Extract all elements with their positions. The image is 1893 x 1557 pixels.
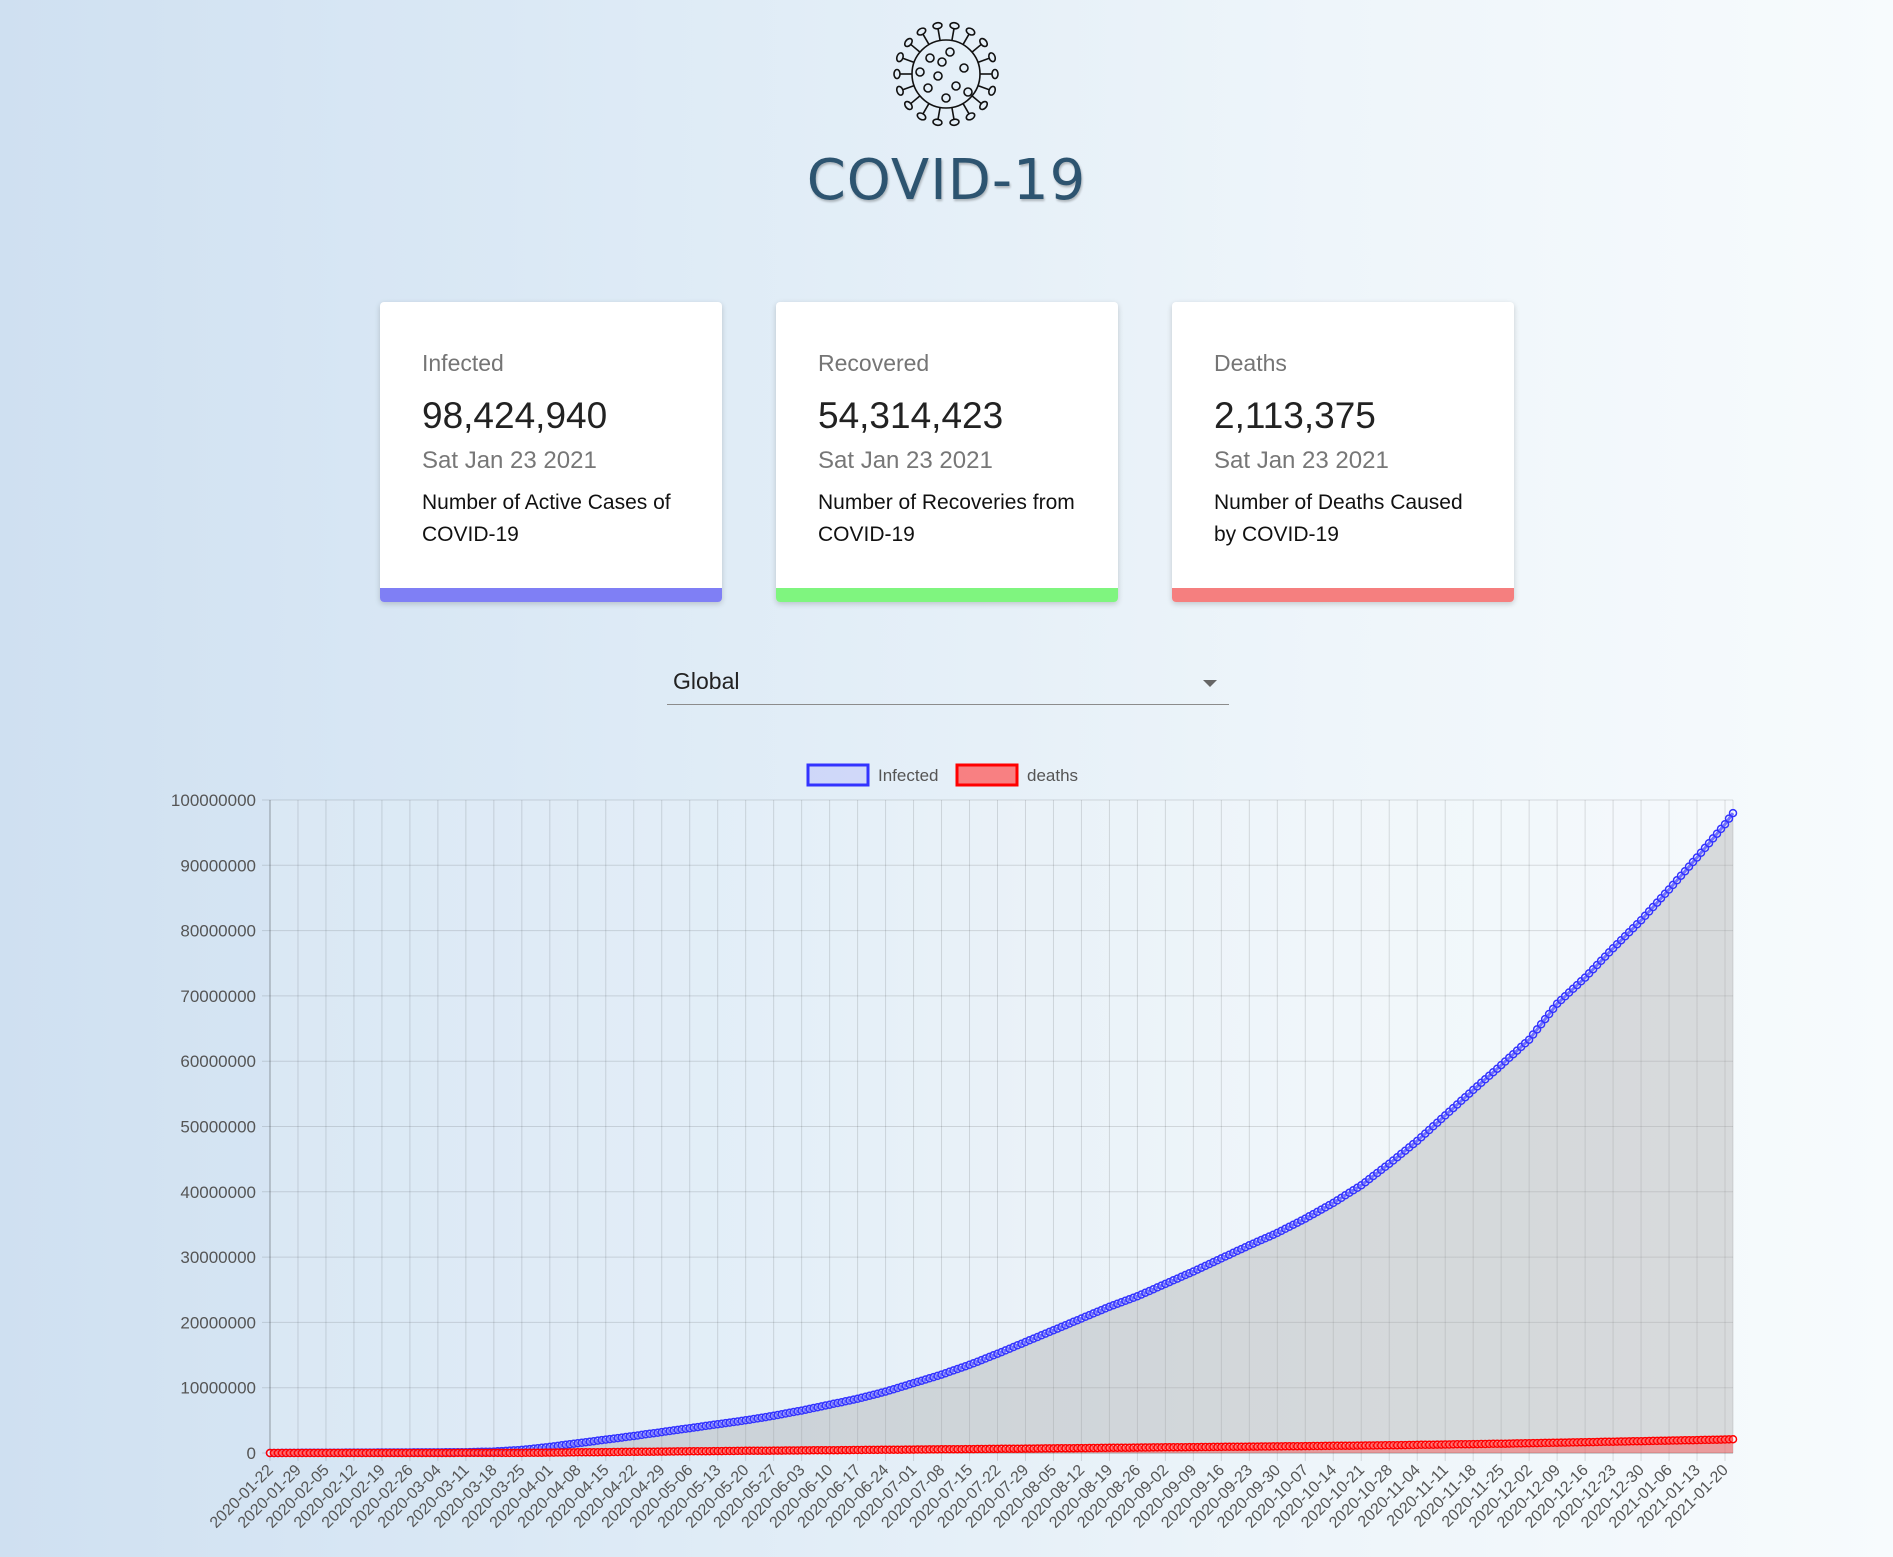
data-point-infected xyxy=(1728,808,1738,818)
data-point-deaths xyxy=(1728,1434,1738,1444)
legend-swatch xyxy=(806,763,870,787)
y-tick-label: 100000000 xyxy=(171,791,256,810)
y-tick-label: 20000000 xyxy=(180,1313,256,1332)
y-tick-label: 10000000 xyxy=(180,1379,256,1398)
legend-label: Infected xyxy=(878,766,939,785)
y-tick-label: 90000000 xyxy=(180,856,256,875)
y-tick-label: 40000000 xyxy=(180,1183,256,1202)
y-tick-label: 80000000 xyxy=(180,922,256,941)
y-tick-label: 70000000 xyxy=(180,987,256,1006)
y-tick-label: 60000000 xyxy=(180,1052,256,1071)
y-tick-label: 30000000 xyxy=(180,1248,256,1267)
covid-line-chart: 0 10000000 20000000 30000000 40000000 5000000… xyxy=(171,763,1738,1532)
legend-swatch xyxy=(955,763,1019,787)
y-tick-label: 0 xyxy=(247,1444,256,1463)
legend-label: deaths xyxy=(1027,766,1078,785)
y-tick-label: 50000000 xyxy=(180,1118,256,1137)
